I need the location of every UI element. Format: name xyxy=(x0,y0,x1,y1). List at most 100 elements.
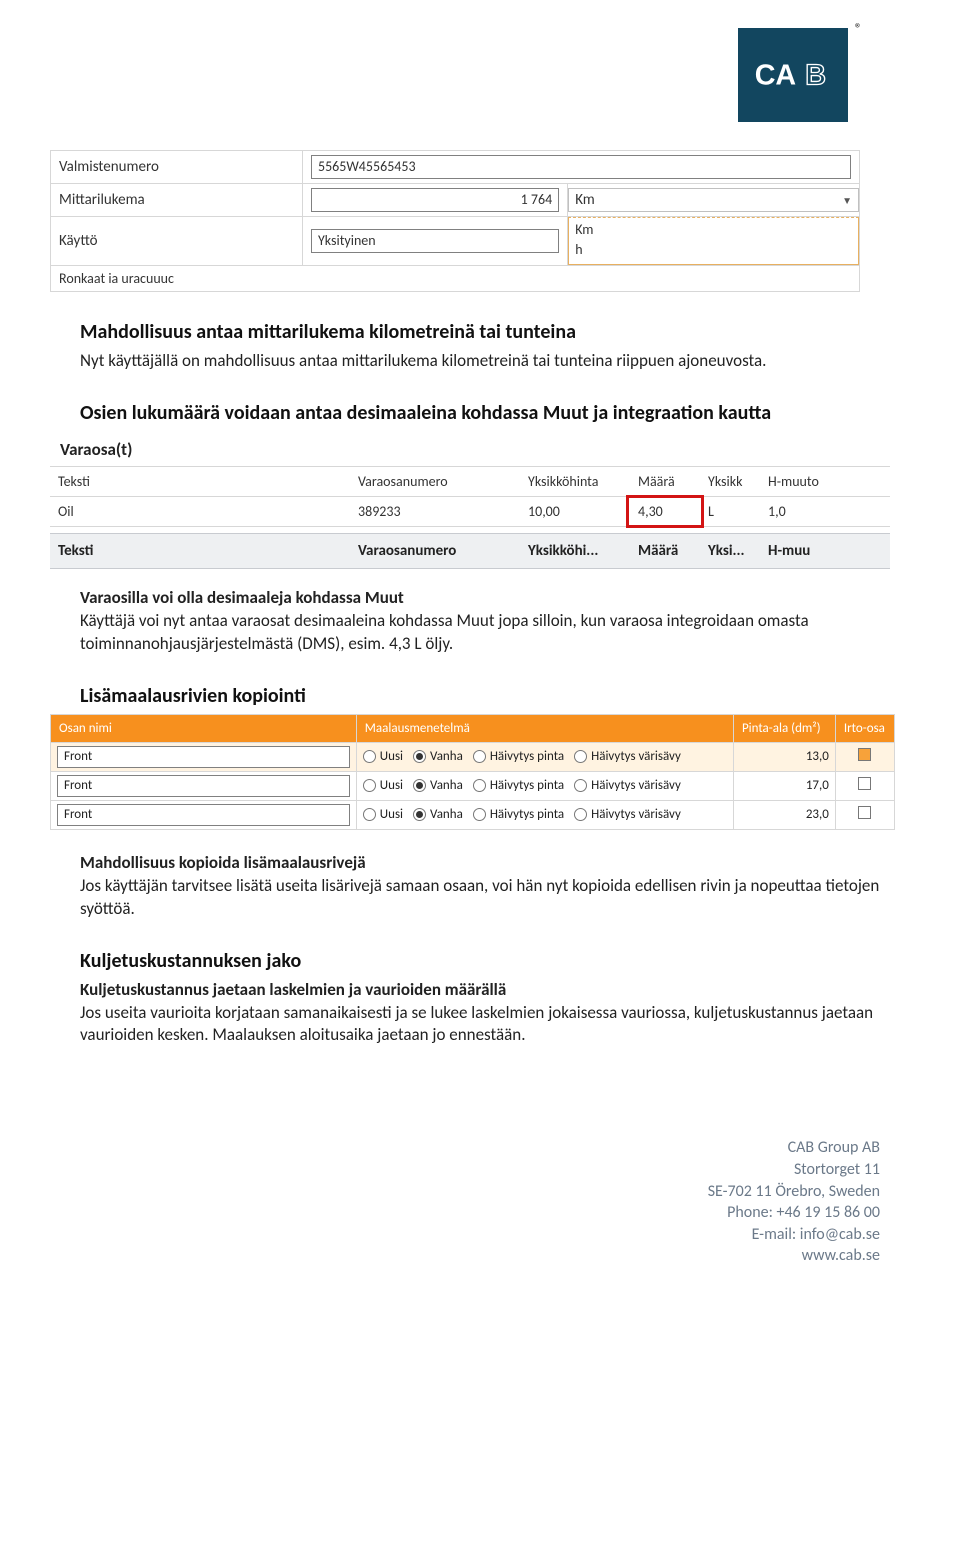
chevron-down-icon: ▼ xyxy=(842,194,852,207)
col-maara: Määrä xyxy=(630,467,700,497)
input-kaytto[interactable]: Yksityinen xyxy=(311,229,559,253)
unit-dropdown[interactable]: Km ▼ xyxy=(568,188,859,212)
radio-vanha[interactable] xyxy=(413,750,426,763)
radio-häivytys-värisävy[interactable] xyxy=(574,750,587,763)
col2-yksikkohi: Yksikköhi... xyxy=(520,533,630,568)
sub-varaosa-body: Käyttäjä voi nyt antaa varaosat desimaal… xyxy=(80,610,809,654)
col-yksikkohinta: Yksikköhinta xyxy=(520,467,630,497)
sub-varaosa-bold: Varaosilla voi olla desimaaleja kohdassa… xyxy=(80,587,404,608)
cell-yksikko[interactable]: L xyxy=(700,496,760,526)
paint-table-wrap: Osan nimi Maalausmenetelmä Pinta-ala (dm… xyxy=(50,714,895,830)
unit-selected: Km xyxy=(575,191,595,209)
col2-yksi: Yksi... xyxy=(700,533,760,568)
col-varaosanumero: Varaosanumero xyxy=(350,467,520,497)
sub-kopioida-bold: Mahdollisuus kopioida lisämaalausrivejä xyxy=(80,852,366,873)
radio-label: Häivytys pinta xyxy=(490,807,564,822)
paint-method-group: UusiVanhaHäivytys pintaHäivytys värisävy xyxy=(363,807,727,822)
heading-kuljetus: Kuljetuskustannuksen jako xyxy=(80,949,880,973)
svg-text:CA: CA xyxy=(755,60,796,92)
footer-phone: Phone: +46 19 15 86 00 xyxy=(80,1202,880,1224)
col2-maara: Määrä xyxy=(630,533,700,568)
label-kaytto: Käyttö xyxy=(51,217,303,266)
col-hmuuto: H-muuto xyxy=(760,467,890,497)
col2-hmuu: H-muu xyxy=(760,533,890,568)
pcol-irto-osa: Irto-osa xyxy=(835,714,894,742)
paint-row: FrontUusiVanhaHäivytys pintaHäivytys vär… xyxy=(51,800,895,829)
sub-kuljetus-bold: Kuljetuskustannus jaetaan laskelmien ja … xyxy=(80,979,506,1000)
cell-hmuuto[interactable]: 1,0 xyxy=(760,496,890,526)
radio-vanha[interactable] xyxy=(413,808,426,821)
radio-häivytys-pinta[interactable] xyxy=(473,750,486,763)
irto-osa-checkbox[interactable] xyxy=(858,806,871,819)
label-valmistenumero: Valmistenumero xyxy=(51,151,303,184)
cell-hinta[interactable]: 10,00 xyxy=(520,496,630,526)
paint-row: FrontUusiVanhaHäivytys pintaHäivytys vär… xyxy=(51,742,895,771)
cell-maara[interactable]: 4,30 xyxy=(630,496,700,526)
radio-label: Vanha xyxy=(430,807,463,822)
svg-text:B: B xyxy=(805,60,826,92)
paint-name-input[interactable]: Front xyxy=(57,746,350,768)
radio-uusi[interactable] xyxy=(363,808,376,821)
paint-table: Osan nimi Maalausmenetelmä Pinta-ala (dm… xyxy=(50,714,895,830)
footer-address1: Stortorget 11 xyxy=(80,1159,880,1181)
paint-method-group: Uusi Vanha Häivytys pinta Häivytys värisävy xyxy=(363,778,727,793)
cell-teksti[interactable]: Oil xyxy=(50,496,350,526)
heading-osien-lukumaara: Osien lukumäärä voidaan antaa desimaalei… xyxy=(80,401,880,425)
cab-logo: CA B xyxy=(738,28,848,122)
col2-varaosanumero: Varaosanumero xyxy=(350,533,520,568)
pcol-osan-nimi: Osan nimi xyxy=(51,714,357,742)
footer-web: www.cab.se xyxy=(80,1245,880,1267)
footer-email: E-mail: info@cab.se xyxy=(80,1224,880,1246)
col-teksti: Teksti xyxy=(50,467,350,497)
irto-osa-checkbox[interactable] xyxy=(858,777,871,790)
paint-area-cell[interactable]: 23,0 xyxy=(733,800,835,829)
paint-name-input[interactable]: Front xyxy=(57,804,350,826)
unit-option-h[interactable]: h xyxy=(575,240,852,260)
body-mittarilukema: Nyt käyttäjällä on mahdollisuus antaa mi… xyxy=(80,350,880,373)
col2-teksti: Teksti xyxy=(50,533,350,568)
varaosa-row: Oil 389233 10,00 4,30 L 1,0 xyxy=(50,496,890,526)
footer-address2: SE-702 11 Örebro, Sweden xyxy=(80,1181,880,1203)
paint-area-cell[interactable]: 13,0 xyxy=(733,742,835,771)
paint-method-group: UusiVanhaHäivytys pintaHäivytys värisävy xyxy=(363,749,727,764)
input-mittarilukema[interactable]: 1 764 xyxy=(311,188,559,212)
radio-label: Uusi xyxy=(380,807,403,822)
radio-häivytys-värisävy[interactable] xyxy=(574,808,587,821)
radio-häivytys-pinta[interactable] xyxy=(473,779,486,792)
irto-osa-checkbox[interactable] xyxy=(858,748,871,761)
radio-label: Häivytys pinta xyxy=(490,749,564,764)
varaosa-title: Varaosa(t) xyxy=(50,431,890,467)
radio-label: Häivytys värisävy xyxy=(591,749,681,764)
sub-kuljetus-body: Jos useita vaurioita korjataan samanaika… xyxy=(80,1002,873,1046)
radio-uusi[interactable] xyxy=(363,779,376,792)
footer-contact: CAB Group AB Stortorget 11 SE-702 11 Öre… xyxy=(80,1137,880,1267)
radio-label: Häivytys värisävy xyxy=(591,778,681,793)
varaosa-block: Varaosa(t) Teksti Varaosanumero Yksikköh… xyxy=(50,431,890,569)
unit-options-list: Km h xyxy=(568,217,859,265)
truncated-row-label: Ronkaat ia uracuuuc xyxy=(51,266,860,292)
radio-vanha[interactable] xyxy=(413,779,426,792)
radio-häivytys-värisävy[interactable] xyxy=(574,779,587,792)
paint-row: Front Uusi Vanha Häivytys pinta Häivytys vär… xyxy=(51,771,895,800)
heading-mittarilukema: Mahdollisuus antaa mittarilukema kilomet… xyxy=(80,320,880,344)
cell-nro[interactable]: 389233 xyxy=(350,496,520,526)
heading-lisamaalaus: Lisämaalausrivien kopiointi xyxy=(80,684,880,708)
radio-label: Vanha xyxy=(430,778,463,793)
pcol-maalausmenetelma: Maalausmenetelmä xyxy=(356,714,733,742)
unit-option-km[interactable]: Km xyxy=(575,220,852,240)
paint-area-cell[interactable]: 17,0 xyxy=(733,771,835,800)
varaosa-table-top: Teksti Varaosanumero Yksikköhinta Määrä … xyxy=(50,467,890,527)
radio-label: Häivytys pinta xyxy=(490,778,564,793)
radio-label: Uusi xyxy=(380,778,403,793)
col-yksikk: Yksikk xyxy=(700,467,760,497)
radio-label: Vanha xyxy=(430,749,463,764)
paint-name-input[interactable]: Front xyxy=(57,775,350,797)
varaosa-table-bottom-header: Teksti Varaosanumero Yksikköhi... Määrä … xyxy=(50,533,890,569)
footer-company: CAB Group AB xyxy=(80,1137,880,1159)
input-valmistenumero[interactable]: 5565W45565453 xyxy=(311,155,851,179)
label-mittarilukema: Mittarilukema xyxy=(51,184,303,217)
sub-kopioida-body: Jos käyttäjän tarvitsee lisätä useita li… xyxy=(80,875,879,919)
vehicle-form: Valmistenumero 5565W45565453 Mittariluke… xyxy=(50,150,860,292)
radio-uusi[interactable] xyxy=(363,750,376,763)
radio-häivytys-pinta[interactable] xyxy=(473,808,486,821)
